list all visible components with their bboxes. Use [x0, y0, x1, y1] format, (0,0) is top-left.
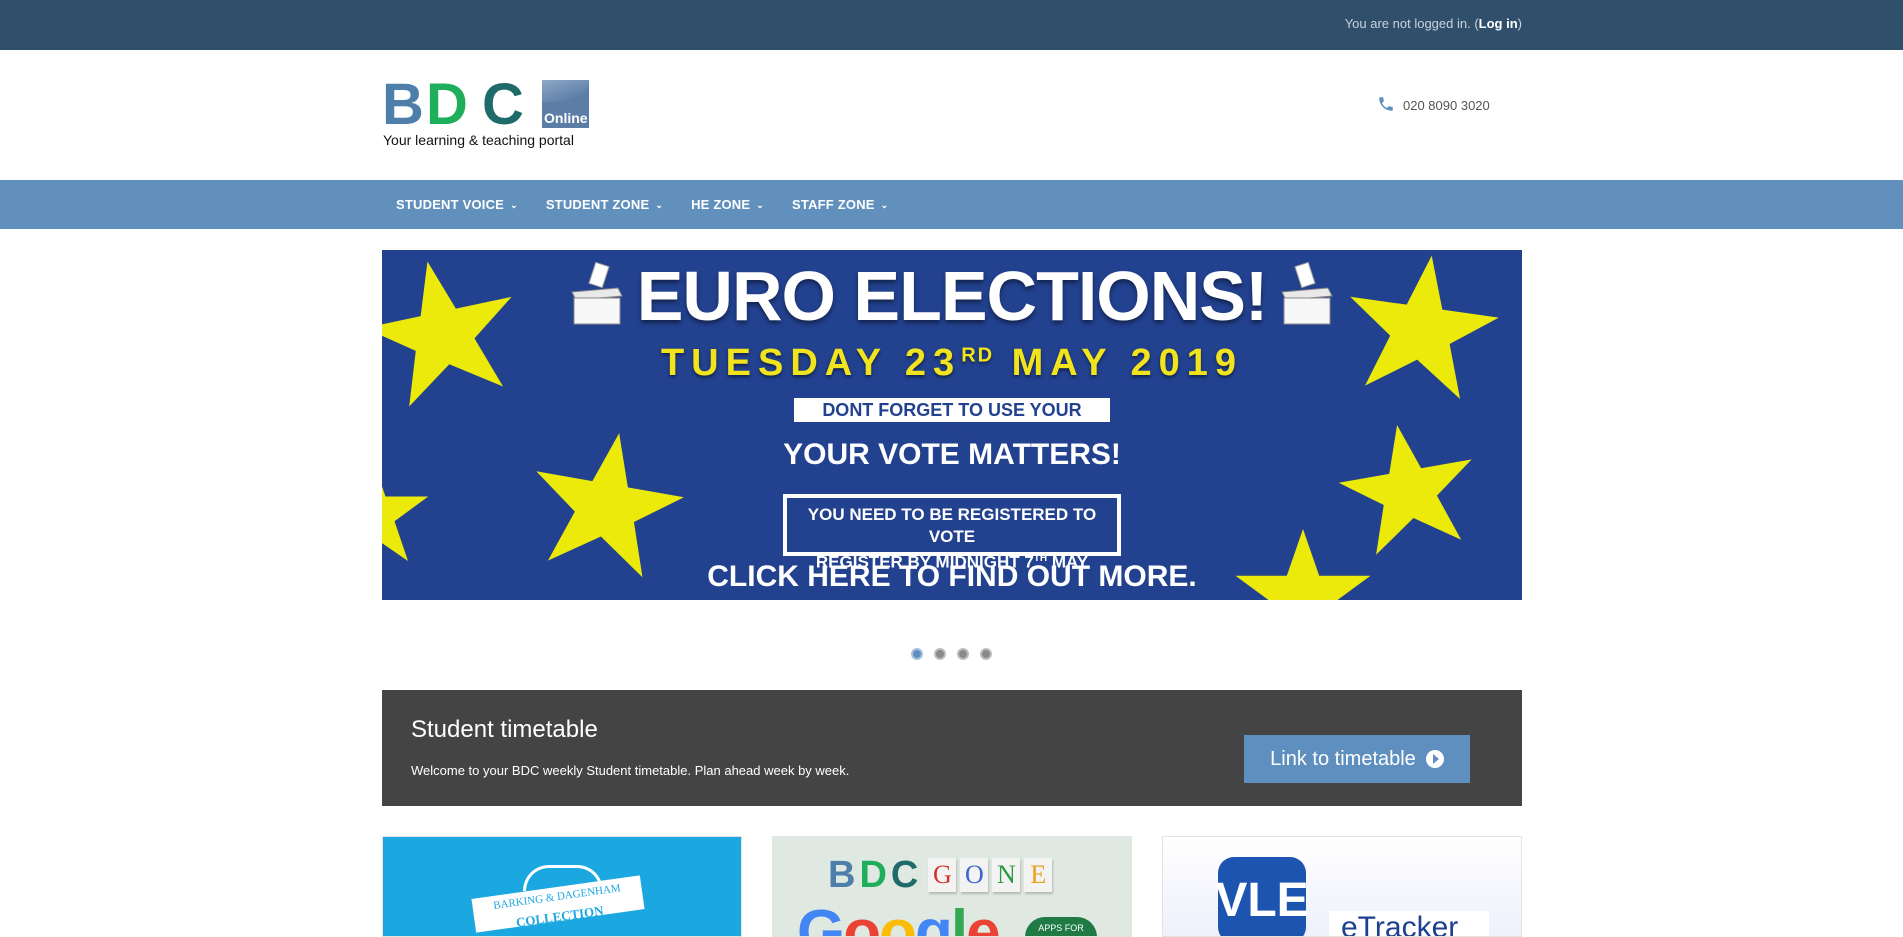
chevron-down-icon: ⌄ — [880, 200, 889, 210]
nav-item-label: STAFF ZONE — [792, 197, 875, 212]
card-vle-etracker[interactable]: VLE eTracker — [1162, 836, 1522, 937]
nav-items: STUDENT VOICE ⌄ STUDENT ZONE ⌄ HE ZONE ⌄ ST… — [382, 180, 902, 229]
banner-date-end: MAY 2019 — [994, 342, 1244, 384]
site-logo[interactable]: B D C Online Your learning & teaching po… — [382, 72, 592, 152]
vle-logo: VLE — [1215, 857, 1309, 936]
bdc-gone-logo: B D C G O N E — [828, 854, 1053, 896]
carousel-dot-2[interactable] — [934, 648, 946, 660]
main-nav: STUDENT VOICE ⌄ STUDENT ZONE ⌄ HE ZONE ⌄ ST… — [0, 180, 1903, 229]
carousel-indicators — [911, 648, 992, 660]
logo-letter-d: D — [426, 72, 468, 137]
top-bar: You are not logged in. (Log in) — [0, 0, 1903, 50]
logo-letters: B D C Online — [382, 72, 592, 137]
star-icon — [1338, 424, 1472, 555]
timetable-description: Welcome to your BDC weekly Student timet… — [411, 763, 850, 778]
nav-item-label: HE ZONE — [691, 197, 751, 212]
carousel-dot-4[interactable] — [980, 648, 992, 660]
phone-contact: 020 8090 3020 — [1377, 95, 1490, 116]
site-header: B D C Online Your learning & teaching po… — [0, 50, 1903, 180]
phone-number: 020 8090 3020 — [1403, 98, 1490, 113]
phone-icon — [1377, 95, 1395, 116]
card-barking-dagenham-collection[interactable]: BARKING & DAGENHAM COLLECTION — [382, 836, 742, 937]
bdc-letter-b: B — [828, 854, 856, 896]
login-status-close: ) — [1517, 16, 1522, 31]
banner-reminder: DONT FORGET TO USE YOUR VOTE! — [794, 398, 1110, 444]
gone-tile-o: O — [960, 858, 989, 892]
banner-date: TUESDAY 23RD MAY 2019 — [382, 342, 1522, 385]
nav-staff-zone[interactable]: STAFF ZONE ⌄ — [778, 180, 902, 229]
banner-headline: YOUR VOTE MATTERS! — [783, 438, 1121, 471]
banner-title: EURO ELECTIONS! — [636, 257, 1269, 335]
banner-date-suffix: RD — [961, 344, 995, 367]
login-info: You are not logged in. (Log in) — [1345, 16, 1522, 31]
google-logo: Google — [797, 898, 1001, 937]
banner-date-main: TUESDAY 23 — [660, 342, 962, 384]
banner-registration-box: YOU NEED TO BE REGISTERED TO VOTE REGIST… — [783, 494, 1121, 572]
nav-student-zone[interactable]: STUDENT ZONE ⌄ — [532, 180, 677, 229]
logo-letter-b: B — [382, 72, 424, 137]
gone-tile-e: E — [1024, 858, 1053, 892]
nav-item-label: STUDENT ZONE — [545, 197, 650, 212]
nav-student-voice[interactable]: STUDENT VOICE ⌄ — [382, 180, 532, 229]
chevron-down-icon: ⌄ — [655, 200, 664, 210]
etracker-label: eTracker — [1329, 911, 1489, 936]
carousel-dot-3[interactable] — [957, 648, 969, 660]
gone-tile-n: N — [992, 858, 1021, 892]
link-to-timetable-button[interactable]: Link to timetable — [1244, 735, 1470, 783]
chevron-down-icon: ⌄ — [510, 200, 518, 210]
carousel-dot-1[interactable] — [911, 648, 923, 660]
star-icon — [382, 486, 429, 561]
play-circle-icon — [1425, 750, 1444, 768]
bdc-letter-d: D — [859, 854, 887, 896]
timetable-button-label: Link to timetable — [1270, 747, 1416, 770]
logo-swoosh — [542, 80, 589, 102]
carousel-slide-banner[interactable]: EURO ELECTIONS! TUESDAY 23RD MAY 2019 DO… — [382, 250, 1522, 600]
banner-cta: CLICK HERE TO FIND OUT MORE. — [707, 560, 1197, 593]
logo-letter-c: C — [482, 72, 524, 137]
logo-online-label: Online — [544, 110, 588, 126]
bdc-letter-c: C — [890, 854, 919, 896]
nav-he-zone[interactable]: HE ZONE ⌄ — [677, 180, 778, 229]
apps-badge: APPS FOR — [1025, 917, 1097, 936]
card-bdc-gone-google[interactable]: B D C G O N E Google APPS FOR — [772, 836, 1132, 937]
login-link[interactable]: Log in — [1479, 16, 1518, 31]
login-status-text: You are not logged in. ( — [1344, 16, 1479, 31]
student-timetable-panel: Student timetable Welcome to your BDC we… — [382, 690, 1522, 806]
gone-tile-g: G — [928, 858, 957, 892]
banner-box-line1: YOU NEED TO BE REGISTERED TO VOTE — [807, 505, 1097, 546]
timetable-title: Student timetable — [411, 716, 598, 743]
nav-item-label: STUDENT VOICE — [396, 197, 505, 212]
logo-tagline: Your learning & teaching portal — [383, 132, 574, 148]
chevron-down-icon: ⌄ — [756, 200, 765, 210]
